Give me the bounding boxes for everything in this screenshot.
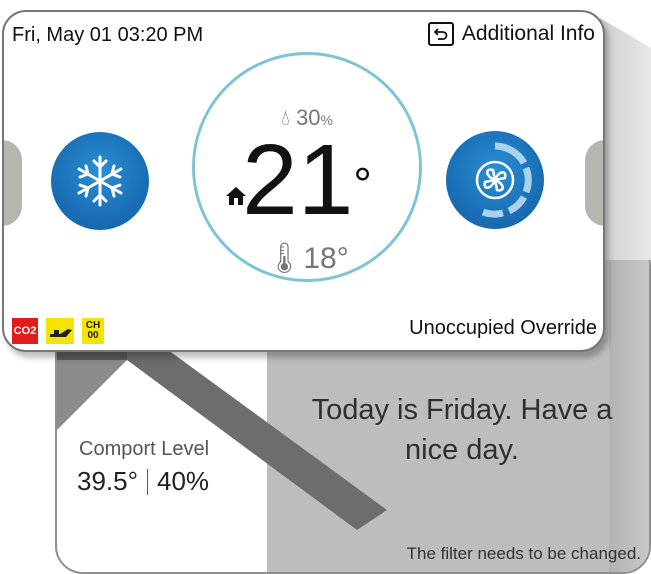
comfort-separator	[147, 468, 149, 495]
thermometer-icon: 🌡︎	[265, 242, 304, 275]
next-page-tab[interactable]	[585, 140, 603, 226]
greeting-message: Today is Friday. Have a nice day.	[311, 394, 613, 466]
setpoint-degree: °	[353, 158, 372, 210]
snowflake-icon	[77, 155, 123, 207]
comfort-humidity: 40%	[157, 466, 210, 496]
outdoor-temperature: 🌡︎18°	[195, 241, 419, 276]
return-arrow-icon	[427, 22, 454, 46]
outdoor-temp-value: 18°	[303, 242, 349, 275]
temperature-dial[interactable]: 💧︎ 30% 21° 🌡︎18°	[192, 52, 422, 282]
comfort-level-values: 39.5° 40%	[77, 466, 209, 497]
thermostat-main-screen: Fri, May 01 03:20 PM Additional Info 💧︎ …	[2, 10, 605, 352]
comfort-temperature: 39.5°	[77, 466, 139, 496]
additional-info-button[interactable]: Additional Info	[427, 22, 595, 46]
setpoint-value: 21	[242, 124, 354, 236]
fan-speed-button[interactable]	[446, 131, 544, 229]
comfort-level-label: Comport Level	[79, 438, 210, 460]
cooling-mode-button[interactable]	[51, 132, 149, 230]
filter-message: The filter needs to be changed.	[406, 544, 641, 563]
device-bezel	[600, 18, 651, 260]
additional-info-label: Additional Info	[461, 22, 595, 45]
oil-can-icon[interactable]	[46, 318, 74, 344]
setpoint-temperature: 21°	[195, 125, 419, 235]
fan-icon	[475, 142, 532, 218]
date-time: Fri, May 01 03:20 PM	[12, 24, 204, 46]
override-status[interactable]: Unoccupied Override	[409, 317, 597, 340]
co2-alert-icon[interactable]: CO2	[12, 318, 38, 344]
ch-status-icon[interactable]: CH 00	[82, 318, 104, 344]
ch-line-2: 00	[87, 330, 99, 341]
previous-page-tab[interactable]	[4, 140, 22, 226]
status-indicators: CO2 CH 00	[12, 318, 104, 344]
